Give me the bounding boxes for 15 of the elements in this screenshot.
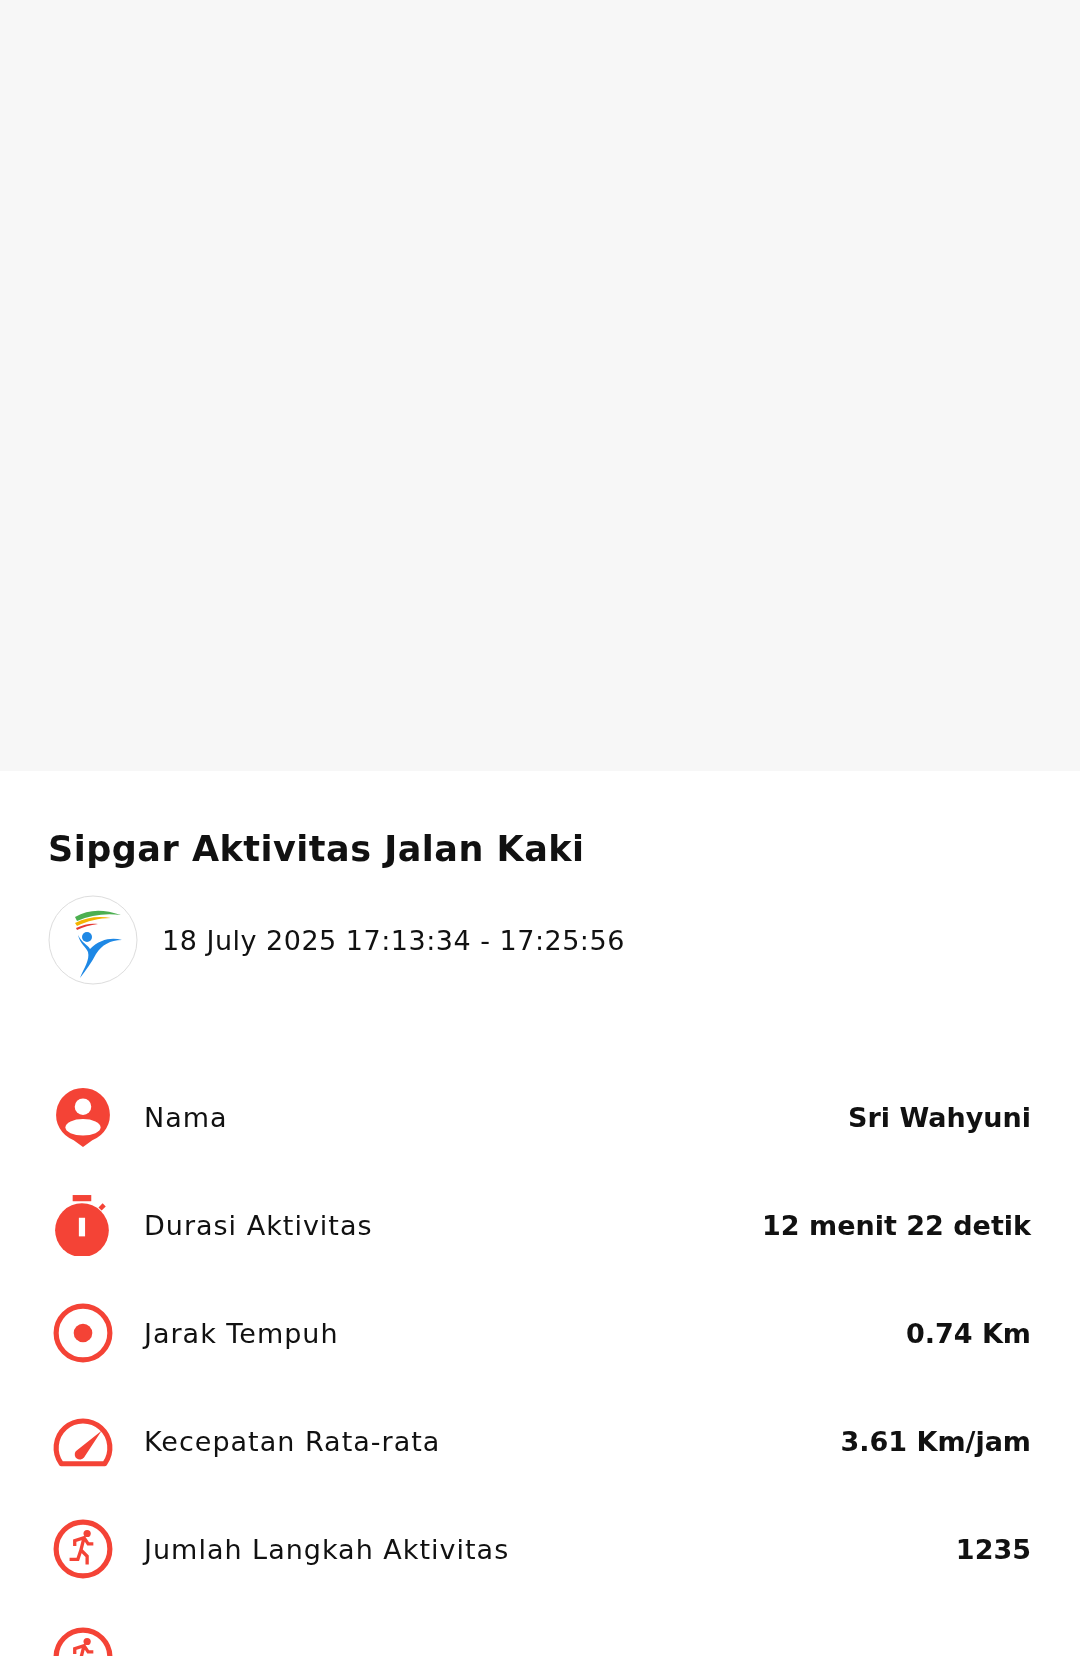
stat-label: Nama [144,1101,229,1133]
stat-value: 3.61 Km/jam [840,1425,1031,1457]
activity-datetime: 18 July 2025 17:13:34 - 17:25:56 [162,924,625,956]
stat-value: 0.74 Km [905,1317,1031,1349]
activity-title: Sipgar Aktivitas Jalan Kaki [48,829,586,869]
stat-label: Jarak Tempuh [144,1317,340,1349]
walking-icon [52,1518,114,1580]
stat-label: Jumlah Langkah Aktivitas [144,1533,511,1565]
target-icon [52,1302,114,1364]
stat-label: Durasi Aktivitas [144,1209,374,1241]
stat-value: 12 menit 22 detik [762,1209,1031,1241]
runner-logo-icon [48,895,138,985]
stat-value: Sri Wahyuni [848,1101,1031,1133]
stat-value: 1235 [955,1533,1031,1565]
stat-label: Kecepatan Rata-rata [144,1425,442,1457]
